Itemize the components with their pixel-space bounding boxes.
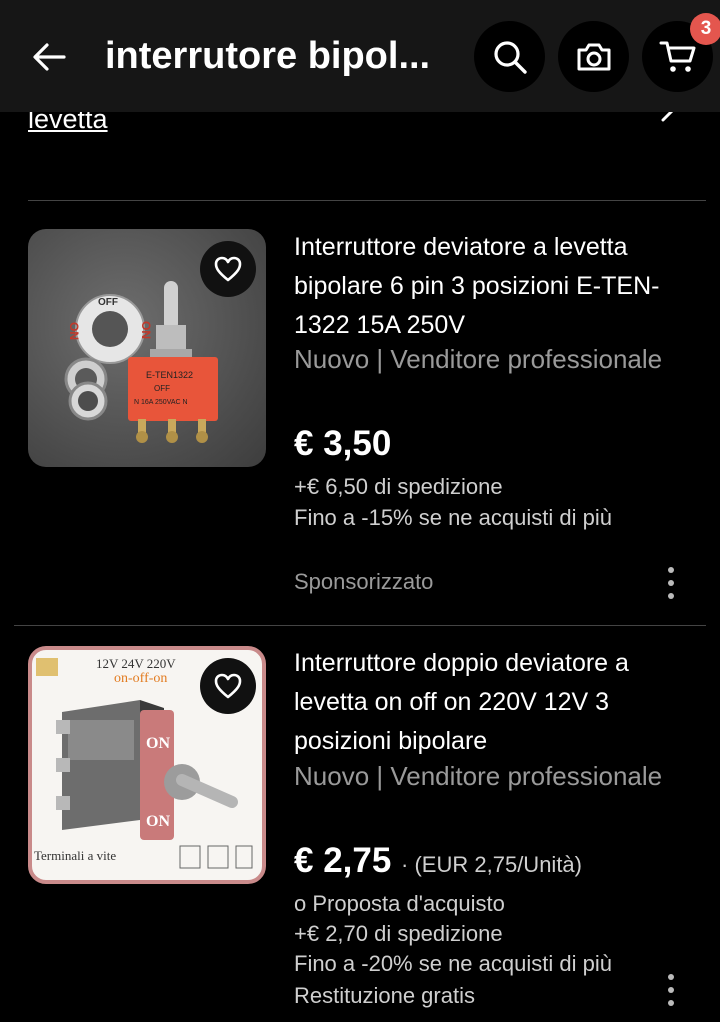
- search-query-field[interactable]: interrutore bipol...: [105, 30, 465, 82]
- listing-card[interactable]: 12V 24V 220V on-off-on ON ON Terminali a…: [0, 0, 720, 1022]
- listing-title[interactable]: Interruttore doppio deviatore a levetta …: [294, 644, 704, 761]
- cart-icon: [659, 41, 695, 72]
- back-arrow-icon: [33, 43, 66, 71]
- image-terminals-text: Terminali a vite: [34, 848, 116, 863]
- watch-button[interactable]: [200, 658, 256, 714]
- unit-price: · (EUR 2,75/Unità): [401, 852, 582, 877]
- listing-image[interactable]: 12V 24V 220V on-off-on ON ON Terminali a…: [28, 646, 266, 884]
- volume-discount: Fino a -20% se ne acquisti di più: [294, 951, 612, 976]
- image-on-label: ON: [146, 735, 170, 752]
- listing-condition: Nuovo | Venditore professionale: [294, 761, 663, 791]
- listing-price-row: € 2,75 · (EUR 2,75/Unità): [294, 841, 582, 881]
- image-on-label: ON: [146, 813, 170, 830]
- app-header: interrutore bipol...: [0, 0, 720, 112]
- best-offer-label: o Proposta d'acquisto: [294, 891, 505, 916]
- listing-price: € 2,75: [294, 841, 392, 880]
- free-returns-label: Restituzione gratis: [294, 983, 475, 1008]
- camera-icon: [577, 43, 610, 70]
- image-mode-text: on-off-on: [114, 671, 167, 686]
- camera-search-button[interactable]: [558, 21, 629, 92]
- search-button[interactable]: [474, 21, 545, 92]
- more-options-icon[interactable]: [661, 970, 681, 1010]
- search-icon: [493, 40, 527, 74]
- image-voltage-text: 12V 24V 220V: [96, 656, 176, 671]
- heart-icon: [214, 673, 242, 699]
- back-button[interactable]: [26, 34, 72, 80]
- cart-count-badge: 3: [690, 13, 720, 45]
- shipping-cost: +€ 2,70 di spedizione: [294, 921, 503, 946]
